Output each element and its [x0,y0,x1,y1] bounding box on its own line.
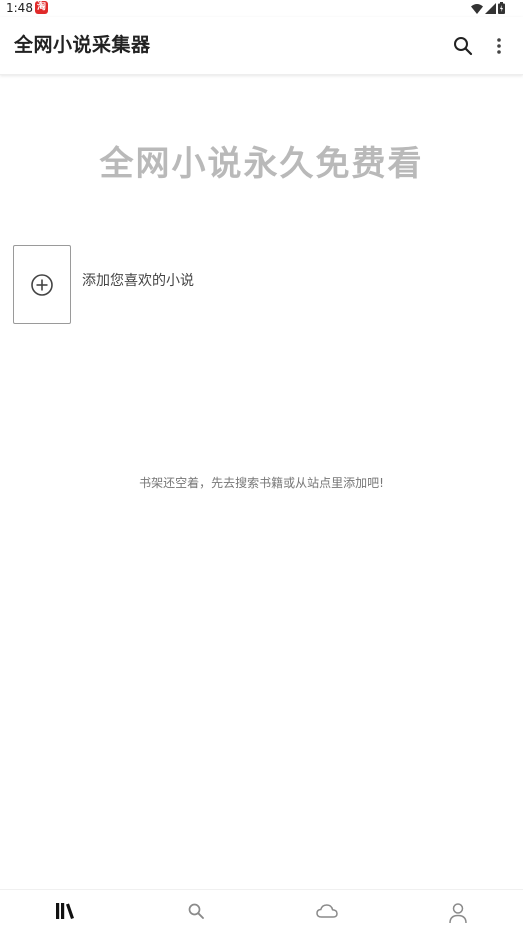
add-circle-icon [31,274,53,296]
add-novel-button[interactable] [13,245,71,324]
app-title: 全网小说采集器 [14,34,151,56]
notification-app-icon: 淘 [35,1,48,14]
bottom-navigation [0,889,523,928]
promo-banner: 全网小说永久免费看 [99,144,424,184]
more-vert-icon[interactable] [489,35,509,57]
nav-search[interactable] [131,890,261,928]
nav-cloud[interactable] [262,890,392,928]
status-indicators [471,1,505,15]
person-icon [449,903,467,924]
app-screen: 1:48 淘 全网小说采集器 全网小说永久免费看 添加您喜欢的小说 书架还空着，… [0,0,523,928]
status-time: 1:48 [6,1,33,15]
nav-profile[interactable] [393,890,523,928]
nav-bookshelf[interactable] [0,890,130,928]
status-bar: 1:48 淘 [0,0,523,16]
battery-icon [498,2,505,14]
cellular-signal-icon [485,2,496,14]
search-icon[interactable] [452,35,474,57]
empty-bookshelf-hint: 书架还空着，先去搜索书籍或从站点里添加吧! [139,476,384,490]
search-icon [188,903,204,919]
bookshelf-icon [56,903,74,919]
app-bar: 全网小说采集器 [0,17,523,75]
cloud-icon [316,904,338,918]
wifi-icon [471,3,483,14]
add-novel-label[interactable]: 添加您喜欢的小说 [82,271,194,291]
